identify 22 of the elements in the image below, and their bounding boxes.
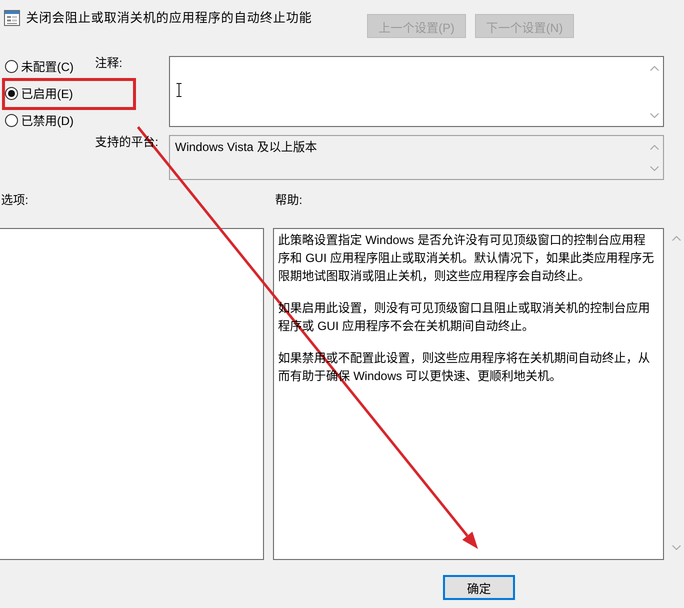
chevron-up-icon[interactable] (650, 66, 658, 71)
platform-value: Windows Vista 及以上版本 (175, 140, 317, 154)
radio-icon[interactable] (5, 114, 18, 127)
radio-option[interactable]: 已禁用(D) (0, 112, 74, 128)
comment-label: 注释: (95, 56, 122, 70)
chevron-down-icon[interactable] (650, 166, 658, 171)
ok-button[interactable]: 确定 (443, 575, 515, 600)
chevron-up-icon[interactable] (672, 236, 680, 241)
help-label: 帮助: (274, 193, 302, 207)
radio-option[interactable]: 未配置(C) (0, 58, 74, 74)
options-label: 选项: (0, 193, 28, 207)
chevron-down-icon[interactable] (672, 545, 680, 550)
help-paragraph: 此策略设置指定 Windows 是否允许没有可见顶级窗口的控制台应用程序和 GUI 应用程序阻止或取消关机。默认情况下，如果此类应用程序无限期地试图取消或阻止关机，则这些应用程序会自动终止。 (278, 232, 656, 285)
radio-icon[interactable] (5, 60, 18, 73)
radio-icon[interactable] (5, 87, 18, 100)
window-icon (4, 10, 20, 26)
radio-option[interactable]: 已启用(E) (0, 86, 73, 102)
text-cursor-icon (176, 83, 182, 97)
comment-field[interactable] (169, 56, 664, 127)
window-title: 关闭会阻止或取消关机的应用程序的自动终止功能 (26, 10, 312, 26)
chevron-down-icon[interactable] (650, 113, 658, 118)
chevron-up-icon[interactable] (650, 145, 658, 150)
